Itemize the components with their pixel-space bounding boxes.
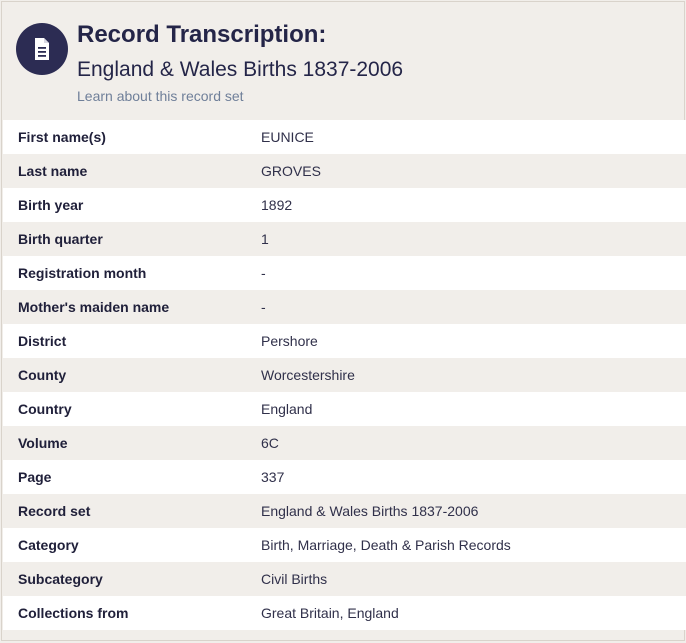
field-value: 1892 xyxy=(261,197,293,213)
field-label: Category xyxy=(18,537,79,553)
field-label: First name(s) xyxy=(18,129,106,145)
table-row: Record set England & Wales Births 1837-2… xyxy=(3,494,686,528)
document-icon xyxy=(16,23,68,75)
table-row: Last name GROVES xyxy=(3,154,686,188)
record-panel: Record Transcription: England & Wales Bi… xyxy=(1,1,686,641)
field-label: Last name xyxy=(18,163,88,179)
table-row: District Pershore xyxy=(3,324,686,358)
field-label: Country xyxy=(18,401,72,417)
field-value: Pershore xyxy=(261,333,318,349)
table-row: Country England xyxy=(3,392,686,426)
field-label: Subcategory xyxy=(18,571,103,587)
field-value: EUNICE xyxy=(261,129,314,145)
table-row: Birth quarter 1 xyxy=(3,222,686,256)
field-value: - xyxy=(261,299,266,315)
field-label: Birth quarter xyxy=(18,231,103,247)
field-label: Collections from xyxy=(18,605,129,621)
learn-about-record-set-link[interactable]: Learn about this record set xyxy=(77,87,244,105)
field-value: England xyxy=(261,401,313,417)
table-row: Category Birth, Marriage, Death & Parish… xyxy=(3,528,686,562)
field-value: - xyxy=(261,265,266,281)
field-value: GROVES xyxy=(261,163,321,179)
field-value: England & Wales Births 1837-2006 xyxy=(261,503,479,519)
field-value: 6C xyxy=(261,435,279,451)
field-label: Registration month xyxy=(18,265,147,281)
field-label: Birth year xyxy=(18,197,84,213)
table-row: Registration month - xyxy=(3,256,686,290)
field-label: Volume xyxy=(18,435,68,451)
table-row: Mother's maiden name - xyxy=(3,290,686,324)
field-value: Birth, Marriage, Death & Parish Records xyxy=(261,537,511,553)
field-value: Worcestershire xyxy=(261,367,355,383)
field-value: 1 xyxy=(261,231,269,247)
page-title: Record Transcription: xyxy=(77,21,327,48)
table-row: Collections from Great Britain, England xyxy=(3,596,686,630)
table-row: Page 337 xyxy=(3,460,686,494)
field-label: District xyxy=(18,333,67,349)
transcription-table: First name(s) EUNICE Last name GROVES Bi… xyxy=(3,120,686,630)
table-row: First name(s) EUNICE xyxy=(3,120,686,154)
field-label: Page xyxy=(18,469,52,485)
field-value: Great Britain, England xyxy=(261,605,399,621)
field-value: Civil Births xyxy=(261,571,328,587)
field-label: County xyxy=(18,367,67,383)
record-header: Record Transcription: England & Wales Bi… xyxy=(2,2,684,118)
field-label: Record set xyxy=(18,503,91,519)
table-row: Subcategory Civil Births xyxy=(3,562,686,596)
record-set-title: England & Wales Births 1837-2006 xyxy=(77,58,404,81)
field-value: 337 xyxy=(261,469,285,485)
table-row: Volume 6C xyxy=(3,426,686,460)
table-row: Birth year 1892 xyxy=(3,188,686,222)
table-row: County Worcestershire xyxy=(3,358,686,392)
field-label: Mother's maiden name xyxy=(18,299,170,315)
